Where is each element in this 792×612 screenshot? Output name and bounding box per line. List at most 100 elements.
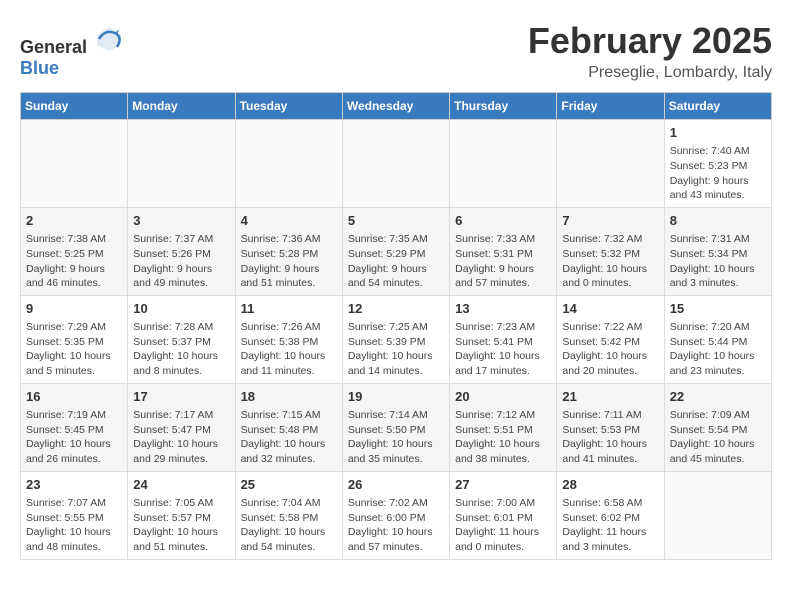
day-number: 5 <box>348 212 444 230</box>
calendar-cell: 2Sunrise: 7:38 AM Sunset: 5:25 PM Daylig… <box>21 207 128 295</box>
day-info: Sunrise: 7:20 AM Sunset: 5:44 PM Dayligh… <box>670 320 766 379</box>
day-number: 9 <box>26 300 122 318</box>
calendar-cell: 3 Sunrise: 7:37 AM Sunset: 5:26 PM Daylig… <box>128 207 235 295</box>
weekday-header-monday: Monday <box>128 93 235 120</box>
calendar-cell <box>128 120 235 208</box>
calendar-cell: 11 Sunrise: 7:26 AM Sunset: 5:38 PM Dayli… <box>235 295 342 383</box>
day-number: 16 <box>26 388 122 406</box>
day-info: Sunrise: 7:28 AM Sunset: 5:37 PM Dayligh… <box>133 320 229 379</box>
day-number: 23 <box>26 476 122 494</box>
day-info: Sunrise: 7:07 AM Sunset: 5:55 PM Dayligh… <box>26 496 122 555</box>
weekday-header-thursday: Thursday <box>450 93 557 120</box>
day-info: Sunrise: 7:35 AM Sunset: 5:29 PM Dayligh… <box>348 232 444 291</box>
weekday-header-saturday: Saturday <box>664 93 771 120</box>
day-info: Sunrise: 7:32 AM Sunset: 5:32 PM Dayligh… <box>562 232 658 291</box>
day-info: Sunrise: 7:26 AM Sunset: 5:38 PM Dayligh… <box>241 320 337 379</box>
calendar-cell: 19 Sunrise: 7:14 AM Sunset: 5:50 PM Dayli… <box>342 383 449 471</box>
calendar-cell: 13 Sunrise: 7:23 AM Sunset: 5:41 PM Dayli… <box>450 295 557 383</box>
day-number: 19 <box>348 388 444 406</box>
logo-blue: Blue <box>20 58 59 78</box>
page-header: General Blue February 2025 Preseglie, Lo… <box>20 20 772 82</box>
calendar-week-row: 2Sunrise: 7:38 AM Sunset: 5:25 PM Daylig… <box>21 207 772 295</box>
day-number: 28 <box>562 476 658 494</box>
day-info: Sunrise: 7:09 AM Sunset: 5:54 PM Dayligh… <box>670 408 766 467</box>
day-number: 4 <box>241 212 337 230</box>
logo-general: General <box>20 37 87 57</box>
day-number: 15 <box>670 300 766 318</box>
calendar-cell: 25Sunrise: 7:04 AM Sunset: 5:58 PM Dayli… <box>235 471 342 559</box>
day-info: Sunrise: 7:22 AM Sunset: 5:42 PM Dayligh… <box>562 320 658 379</box>
calendar-cell: 24 Sunrise: 7:05 AM Sunset: 5:57 PM Dayli… <box>128 471 235 559</box>
day-info: Sunrise: 7:05 AM Sunset: 5:57 PM Dayligh… <box>133 496 229 555</box>
calendar-week-row: 1 Sunrise: 7:40 AM Sunset: 5:23 PM Daylig… <box>21 120 772 208</box>
day-info: Sunrise: 7:25 AM Sunset: 5:39 PM Dayligh… <box>348 320 444 379</box>
weekday-header-row: SundayMondayTuesdayWednesdayThursdayFrid… <box>21 93 772 120</box>
day-info: Sunrise: 7:40 AM Sunset: 5:23 PM Dayligh… <box>670 144 766 203</box>
calendar-cell: 21 Sunrise: 7:11 AM Sunset: 5:53 PM Dayli… <box>557 383 664 471</box>
day-number: 7 <box>562 212 658 230</box>
day-info: Sunrise: 7:38 AM Sunset: 5:25 PM Dayligh… <box>26 232 122 291</box>
calendar-cell <box>557 120 664 208</box>
day-info: Sunrise: 7:04 AM Sunset: 5:58 PM Dayligh… <box>241 496 337 555</box>
calendar-cell: 5 Sunrise: 7:35 AM Sunset: 5:29 PM Daylig… <box>342 207 449 295</box>
calendar-week-row: 23 Sunrise: 7:07 AM Sunset: 5:55 PM Dayli… <box>21 471 772 559</box>
day-info: Sunrise: 7:33 AM Sunset: 5:31 PM Dayligh… <box>455 232 551 291</box>
calendar-cell <box>664 471 771 559</box>
day-number: 20 <box>455 388 551 406</box>
calendar-cell: 4Sunrise: 7:36 AM Sunset: 5:28 PM Daylig… <box>235 207 342 295</box>
day-number: 26 <box>348 476 444 494</box>
calendar-cell: 9 Sunrise: 7:29 AM Sunset: 5:35 PM Daylig… <box>21 295 128 383</box>
calendar-cell: 28Sunrise: 6:58 AM Sunset: 6:02 PM Dayli… <box>557 471 664 559</box>
day-info: Sunrise: 7:02 AM Sunset: 6:00 PM Dayligh… <box>348 496 444 555</box>
weekday-header-tuesday: Tuesday <box>235 93 342 120</box>
day-number: 21 <box>562 388 658 406</box>
day-number: 3 <box>133 212 229 230</box>
calendar-cell: 12 Sunrise: 7:25 AM Sunset: 5:39 PM Dayli… <box>342 295 449 383</box>
location-subtitle: Preseglie, Lombardy, Italy <box>528 64 772 82</box>
day-number: 11 <box>241 300 337 318</box>
calendar-cell: 22Sunrise: 7:09 AM Sunset: 5:54 PM Dayli… <box>664 383 771 471</box>
day-number: 1 <box>670 124 766 142</box>
day-info: Sunrise: 7:12 AM Sunset: 5:51 PM Dayligh… <box>455 408 551 467</box>
calendar-cell: 18 Sunrise: 7:15 AM Sunset: 5:48 PM Dayli… <box>235 383 342 471</box>
day-number: 18 <box>241 388 337 406</box>
calendar-cell <box>450 120 557 208</box>
day-info: Sunrise: 7:23 AM Sunset: 5:41 PM Dayligh… <box>455 320 551 379</box>
day-number: 14 <box>562 300 658 318</box>
calendar-week-row: 16Sunrise: 7:19 AM Sunset: 5:45 PM Dayli… <box>21 383 772 471</box>
day-number: 17 <box>133 388 229 406</box>
day-info: Sunrise: 7:00 AM Sunset: 6:01 PM Dayligh… <box>455 496 551 555</box>
calendar-table: SundayMondayTuesdayWednesdayThursdayFrid… <box>20 92 772 560</box>
weekday-header-wednesday: Wednesday <box>342 93 449 120</box>
calendar-cell: 15 Sunrise: 7:20 AM Sunset: 5:44 PM Dayli… <box>664 295 771 383</box>
day-info: Sunrise: 7:15 AM Sunset: 5:48 PM Dayligh… <box>241 408 337 467</box>
weekday-header-sunday: Sunday <box>21 93 128 120</box>
calendar-cell: 23 Sunrise: 7:07 AM Sunset: 5:55 PM Dayli… <box>21 471 128 559</box>
calendar-cell: 14 Sunrise: 7:22 AM Sunset: 5:42 PM Dayli… <box>557 295 664 383</box>
calendar-cell: 27 Sunrise: 7:00 AM Sunset: 6:01 PM Dayli… <box>450 471 557 559</box>
day-number: 10 <box>133 300 229 318</box>
calendar-cell: 6 Sunrise: 7:33 AM Sunset: 5:31 PM Daylig… <box>450 207 557 295</box>
calendar-cell: 20 Sunrise: 7:12 AM Sunset: 5:51 PM Dayli… <box>450 383 557 471</box>
weekday-header-friday: Friday <box>557 93 664 120</box>
day-number: 12 <box>348 300 444 318</box>
calendar-cell: 1 Sunrise: 7:40 AM Sunset: 5:23 PM Daylig… <box>664 120 771 208</box>
day-info: Sunrise: 7:17 AM Sunset: 5:47 PM Dayligh… <box>133 408 229 467</box>
day-info: Sunrise: 7:37 AM Sunset: 5:26 PM Dayligh… <box>133 232 229 291</box>
day-info: Sunrise: 7:14 AM Sunset: 5:50 PM Dayligh… <box>348 408 444 467</box>
month-title: February 2025 <box>528 20 772 62</box>
day-number: 27 <box>455 476 551 494</box>
day-info: Sunrise: 7:29 AM Sunset: 5:35 PM Dayligh… <box>26 320 122 379</box>
calendar-cell <box>235 120 342 208</box>
calendar-cell <box>21 120 128 208</box>
day-number: 24 <box>133 476 229 494</box>
day-info: Sunrise: 7:11 AM Sunset: 5:53 PM Dayligh… <box>562 408 658 467</box>
day-number: 8 <box>670 212 766 230</box>
calendar-cell <box>342 120 449 208</box>
calendar-cell: 16Sunrise: 7:19 AM Sunset: 5:45 PM Dayli… <box>21 383 128 471</box>
title-area: February 2025 Preseglie, Lombardy, Italy <box>528 20 772 82</box>
day-number: 6 <box>455 212 551 230</box>
day-number: 13 <box>455 300 551 318</box>
calendar-cell: 8Sunrise: 7:31 AM Sunset: 5:34 PM Daylig… <box>664 207 771 295</box>
calendar-cell: 17 Sunrise: 7:17 AM Sunset: 5:47 PM Dayli… <box>128 383 235 471</box>
